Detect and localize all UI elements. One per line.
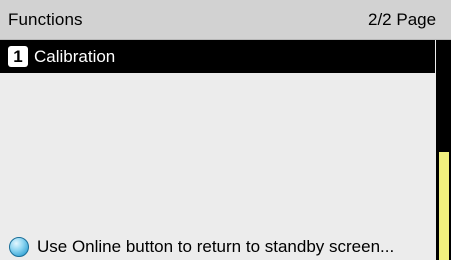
functions-screen: Functions 2/2 Page 1 Calibration Use Onl… bbox=[0, 0, 451, 260]
page-indicator: 2/2 Page bbox=[368, 10, 437, 29]
menu-item-label: Calibration bbox=[34, 47, 116, 66]
menu-item-calibration[interactable]: 1 Calibration bbox=[0, 40, 435, 73]
scrollbar[interactable] bbox=[436, 40, 451, 260]
status-bar: Use Online button to return to standby s… bbox=[0, 234, 436, 260]
title-bar: Functions 2/2 Page bbox=[0, 0, 451, 40]
status-message: Use Online button to return to standby s… bbox=[37, 237, 395, 256]
item-number-badge: 1 bbox=[8, 46, 28, 67]
scrollbar-thumb[interactable] bbox=[439, 152, 449, 260]
page-title: Functions bbox=[8, 10, 83, 29]
online-button-icon bbox=[9, 237, 29, 257]
menu-list: 1 Calibration bbox=[0, 40, 435, 235]
